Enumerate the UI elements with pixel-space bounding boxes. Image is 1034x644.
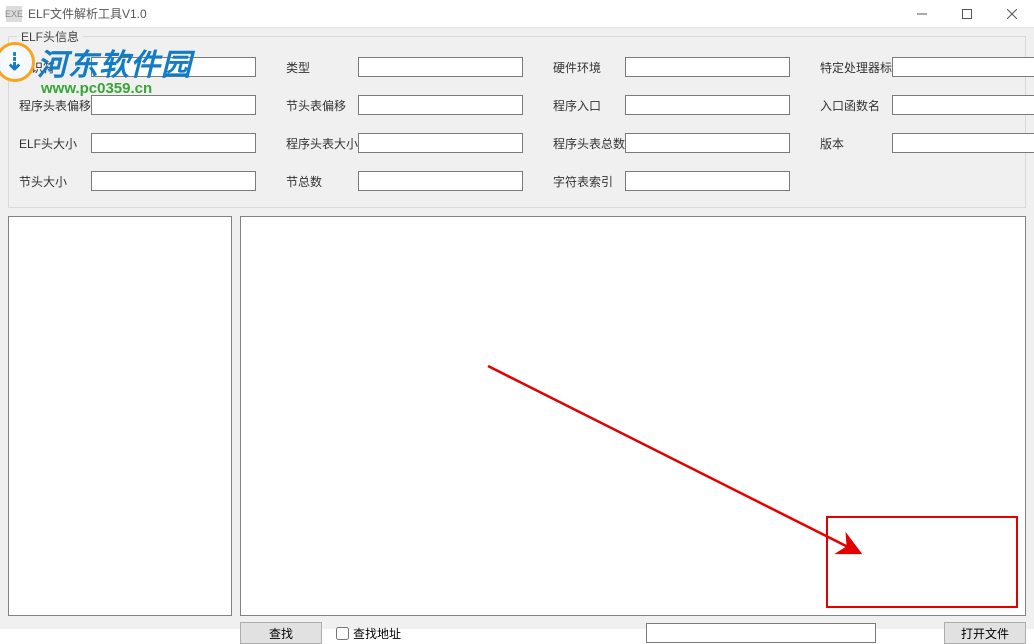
client-area: ⇣ 河东软件园 www.pc0359.cn ELF头信息 标识符 类型 硬件环境… bbox=[0, 28, 1034, 629]
lower-panes bbox=[8, 216, 1026, 616]
field-label: 节总数 bbox=[286, 173, 358, 190]
section-count-input[interactable] bbox=[358, 171, 523, 191]
field-label: 入口函数名 bbox=[820, 97, 892, 114]
field-label: 硬件环境 bbox=[553, 59, 625, 76]
ph-offset-input[interactable] bbox=[91, 95, 256, 115]
elf-size-input[interactable] bbox=[91, 133, 256, 153]
close-button[interactable] bbox=[989, 0, 1034, 28]
entry-func-input[interactable] bbox=[892, 95, 1034, 115]
window-controls bbox=[899, 0, 1034, 28]
open-file-button[interactable]: 打开文件 bbox=[944, 622, 1026, 644]
field-label: 版本 bbox=[820, 135, 892, 152]
strtab-index-input[interactable] bbox=[625, 171, 790, 191]
field-label: 程序头表大小 bbox=[286, 135, 358, 152]
type-input[interactable] bbox=[358, 57, 523, 77]
file-path-input[interactable] bbox=[646, 623, 876, 643]
window-title: ELF文件解析工具V1.0 bbox=[28, 5, 899, 22]
titlebar: EXE ELF文件解析工具V1.0 bbox=[0, 0, 1034, 28]
content-pane[interactable] bbox=[240, 216, 1026, 616]
identifier-input[interactable] bbox=[91, 57, 256, 77]
sh-offset-input[interactable] bbox=[358, 95, 523, 115]
find-addr-label: 查找地址 bbox=[353, 625, 401, 642]
proc-flag-input[interactable] bbox=[892, 57, 1034, 77]
entry-input[interactable] bbox=[625, 95, 790, 115]
app-icon: EXE bbox=[6, 6, 22, 22]
field-label: 类型 bbox=[286, 59, 358, 76]
field-label: 程序头表总数 bbox=[553, 135, 625, 152]
ph-size-input[interactable] bbox=[358, 133, 523, 153]
find-button[interactable]: 查找 bbox=[240, 622, 322, 644]
field-label: 字符表索引 bbox=[553, 173, 625, 190]
field-label: ELF头大小 bbox=[19, 135, 91, 152]
bottom-bar: 查找 查找地址 打开文件 bbox=[8, 622, 1026, 644]
group-title: ELF头信息 bbox=[17, 28, 83, 45]
field-label: 标识符 bbox=[19, 59, 91, 76]
version-input[interactable] bbox=[892, 133, 1034, 153]
field-label: 程序入口 bbox=[553, 97, 625, 114]
elf-header-group: ELF头信息 标识符 类型 硬件环境 特定处理器标志 程序头表偏移 节头表偏移 … bbox=[8, 36, 1026, 208]
field-label: 节头表偏移 bbox=[286, 97, 358, 114]
find-addr-check[interactable]: 查找地址 bbox=[336, 625, 401, 642]
field-label: 特定处理器标志 bbox=[820, 59, 892, 76]
minimize-button[interactable] bbox=[899, 0, 944, 28]
sh-size-input[interactable] bbox=[91, 171, 256, 191]
find-addr-checkbox[interactable] bbox=[336, 627, 349, 640]
ph-count-input[interactable] bbox=[625, 133, 790, 153]
field-label: 程序头表偏移 bbox=[19, 97, 91, 114]
field-label: 节头大小 bbox=[19, 173, 91, 190]
hardware-input[interactable] bbox=[625, 57, 790, 77]
maximize-button[interactable] bbox=[944, 0, 989, 28]
section-list[interactable] bbox=[8, 216, 232, 616]
